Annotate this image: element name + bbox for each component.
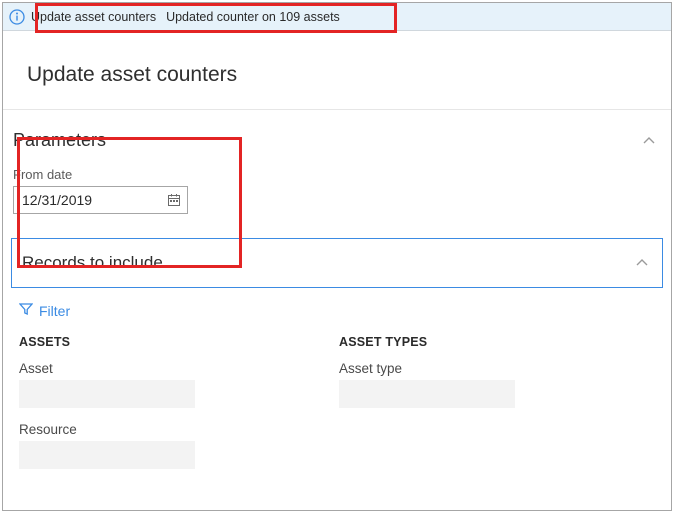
from-date-label: From date — [13, 167, 661, 182]
parameters-title: Parameters — [13, 130, 106, 151]
info-primary: Update asset counters — [31, 10, 156, 24]
filter-icon — [19, 302, 33, 319]
chevron-up-icon[interactable] — [632, 253, 652, 273]
asset-label: Asset — [19, 361, 219, 376]
filter-link[interactable]: Filter — [3, 288, 671, 335]
info-icon — [3, 9, 31, 25]
records-header[interactable]: Records to include — [12, 239, 662, 287]
asset-type-input[interactable] — [339, 380, 515, 408]
resource-label: Resource — [19, 422, 219, 437]
resource-input[interactable] — [19, 441, 195, 469]
records-panel: Records to include — [11, 238, 663, 288]
page-title: Update asset counters — [3, 31, 671, 109]
records-title: Records to include — [22, 253, 163, 273]
asset-types-column: ASSET TYPES Asset type — [339, 335, 539, 483]
asset-type-label: Asset type — [339, 361, 539, 376]
chevron-up-icon[interactable] — [639, 131, 659, 151]
filter-label: Filter — [39, 303, 70, 319]
asset-types-heading: ASSET TYPES — [339, 335, 539, 349]
info-bar: Update asset counters Updated counter on… — [3, 3, 671, 31]
info-secondary: Updated counter on 109 assets — [156, 10, 340, 24]
asset-input[interactable] — [19, 380, 195, 408]
calendar-icon[interactable] — [162, 188, 186, 212]
assets-heading: ASSETS — [19, 335, 219, 349]
parameters-panel: Parameters From date — [3, 110, 671, 232]
assets-column: ASSETS Asset Resource — [19, 335, 219, 483]
